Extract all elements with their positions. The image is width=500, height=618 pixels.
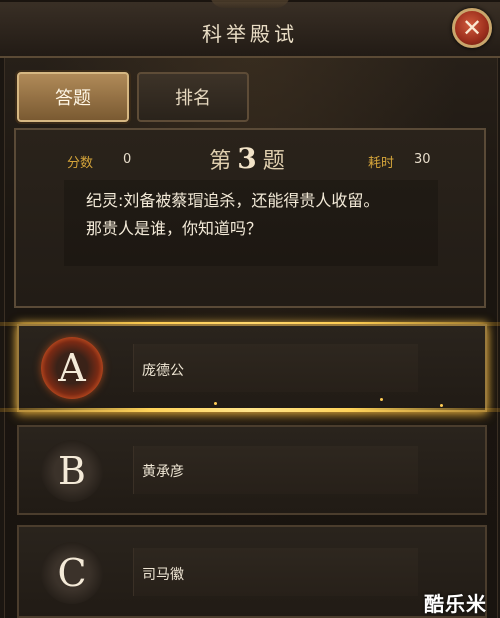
title-bar: 科举殿试 (0, 0, 500, 58)
option-c-letter: C (57, 551, 87, 595)
question-line-2: 那贵人是谁，你知道吗？ (86, 219, 263, 238)
option-c-text: 司马徽 (142, 567, 184, 583)
score-value: 0 (123, 152, 132, 167)
option-b-letter: B (58, 449, 86, 493)
sparkle (214, 402, 217, 405)
selection-glow-bottom (0, 408, 500, 412)
option-a-letter: A (58, 346, 86, 390)
sparkle (380, 398, 383, 401)
close-button[interactable]: ✕ (452, 8, 492, 48)
tab-answer-label: 答题 (55, 88, 91, 109)
option-c-letter-badge: C (41, 542, 103, 604)
question-number-prefix: 第 (209, 149, 238, 174)
option-b-text: 黄承彦 (142, 464, 184, 480)
option-a-text: 庞德公 (142, 363, 184, 379)
option-b-letter-badge: B (41, 440, 103, 502)
option-a-letter-badge: A (41, 337, 103, 399)
question-number-suffix: 题 (262, 149, 291, 174)
sparkle (440, 404, 443, 407)
question-number: 第3题 (180, 142, 320, 175)
tab-answer[interactable]: 答题 (17, 72, 129, 122)
tab-ranking[interactable]: 排名 (137, 72, 249, 122)
title-ornament (210, 0, 290, 8)
score-label: 分数 (67, 156, 94, 171)
question-number-value: 3 (237, 142, 263, 175)
watermark: 酷乐米 (424, 592, 487, 616)
close-icon: ✕ (461, 14, 483, 42)
time-value: 30 (414, 152, 431, 167)
panel-title: 科举殿试 (202, 22, 298, 46)
time-label: 耗时 (368, 156, 395, 171)
question-line-1: 纪灵:刘备被蔡瑁追杀，还能得贵人收留。 (86, 191, 380, 210)
tab-ranking-label: 排名 (175, 88, 211, 109)
